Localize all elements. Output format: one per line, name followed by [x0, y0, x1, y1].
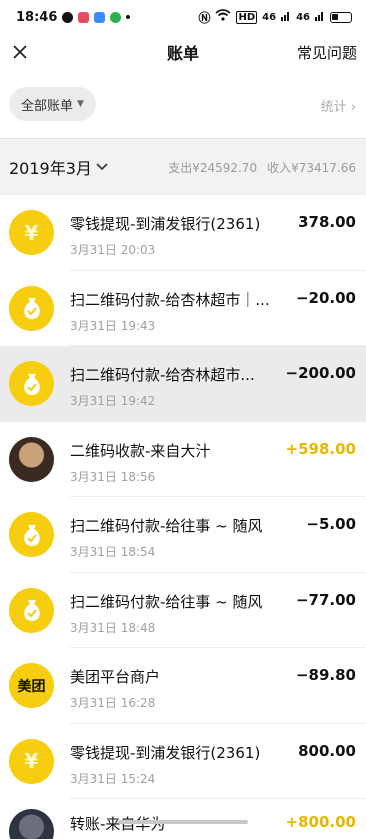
transaction-row[interactable]: 扫二维码付款-给往事 ~ 随风 3月31日 18:48 −77.00: [0, 572, 366, 648]
close-icon[interactable]: [6, 38, 34, 66]
transaction-row[interactable]: 美团 美团平台商户 3月31日 16:28 −89.80: [0, 648, 366, 724]
transaction-list: ¥ 零钱提现-到浦发银行(2361) 3月31日 20:03 378.00 扫二…: [0, 195, 366, 839]
nav-bar: 账单 常见问题: [0, 34, 366, 70]
filter-label: 全部账单: [21, 98, 74, 114]
transaction-title: 二维码收款-来自大汁: [70, 441, 211, 460]
wechat-app-icon: [110, 11, 122, 23]
signal-bars-icon-2: [315, 10, 325, 25]
clock: 18:46: [16, 9, 58, 25]
transaction-title: 扫二维码付款-给往事 ~ 随风: [70, 592, 263, 611]
transaction-row[interactable]: ¥ 零钱提现-到浦发银行(2361) 3月31日 15:24 800.00: [0, 723, 366, 799]
transaction-amount: −20.00: [295, 288, 356, 307]
transaction-time: 3月31日 20:03: [70, 243, 156, 257]
transaction-amount: 800.00: [298, 741, 356, 760]
month-label: 2019年3月: [9, 159, 92, 178]
user-avatar: [9, 436, 54, 482]
transaction-amount: +800.00: [285, 813, 356, 831]
transaction-title: 扫二维码付款-给往事 ~ 随风: [70, 517, 263, 535]
month-summary: 支出¥24592.70 收入¥73417.66: [168, 159, 356, 176]
faq-link[interactable]: 常见问题: [297, 42, 357, 63]
signal-icon: 46: [262, 11, 277, 23]
transaction-row[interactable]: 扫二维码付款-给杏林超市... 3月31日 19:42 −200.00: [0, 346, 366, 422]
transaction-amount: −200.00: [285, 364, 356, 382]
transaction-row[interactable]: 转账-来自华为 +800.00: [0, 799, 366, 839]
transaction-amount: 378.00: [298, 213, 356, 231]
transaction-row[interactable]: ¥ 零钱提现-到浦发银行(2361) 3月31日 20:03 378.00: [0, 195, 366, 271]
month-header: 2019年3月 支出¥24592.70 收入¥73417.66: [0, 139, 366, 195]
transaction-title: 扫二维码付款-给杏林超市｜...: [70, 290, 270, 309]
chevron-down-icon: [96, 163, 108, 171]
transaction-row[interactable]: 二维码收款-来自大汁 3月31日 18:56 +598.00: [0, 421, 366, 497]
nfc-icon: Ⓝ: [198, 10, 211, 25]
month-selector[interactable]: 2019年3月: [9, 155, 108, 179]
filter-bar: 全部账单 ▼ 统计 ›: [0, 70, 366, 139]
video-app-icon: [78, 11, 90, 23]
signal-icon-2: 46: [296, 11, 310, 23]
yuan-icon: ¥: [9, 738, 54, 784]
transaction-time: 3月31日 18:48: [70, 620, 156, 635]
home-indicator[interactable]: [118, 820, 248, 824]
money-bag-icon: [9, 587, 54, 633]
transaction-title: 美团平台商户: [70, 668, 161, 686]
page-title: 账单: [166, 44, 199, 63]
transaction-title: 零钱提现-到浦发银行(2361): [70, 215, 261, 233]
transaction-title: 扫二维码付款-给杏林超市...: [70, 366, 255, 384]
money-bag-icon: [9, 361, 54, 406]
transaction-row[interactable]: 扫二维码付款-给往事 ~ 随风 3月31日 18:54 −5.00: [0, 497, 366, 573]
income-total: 收入¥73417.66: [267, 160, 356, 175]
transaction-amount: −77.00: [295, 590, 356, 609]
statistics-link[interactable]: 统计 ›: [321, 96, 356, 115]
meituan-logo-text: 美团: [17, 678, 46, 695]
transaction-amount: −89.80: [295, 666, 356, 684]
yuan-icon: ¥: [9, 210, 54, 255]
meituan-logo: 美团: [9, 663, 54, 708]
battery-icon: [330, 11, 352, 23]
transaction-time: 3月31日 16:28: [70, 696, 156, 710]
signal-bars-icon: [281, 10, 291, 25]
caret-down-icon: ▼: [77, 99, 84, 109]
money-bag-icon: [9, 512, 54, 557]
status-bar: 18:46 Ⓝ HD 46 46: [0, 0, 366, 34]
all-bills-filter[interactable]: 全部账单 ▼: [9, 87, 96, 121]
user-avatar: [9, 809, 54, 839]
transaction-time: 3月31日 19:42: [70, 394, 156, 408]
transaction-title: 零钱提现-到浦发银行(2361): [70, 743, 261, 762]
transaction-time: 3月31日 15:24: [70, 771, 156, 786]
transaction-row[interactable]: 扫二维码付款-给杏林超市｜... 3月31日 19:43 −20.00: [0, 270, 366, 346]
browser-app-icon: [94, 11, 106, 23]
transaction-time: 3月31日 19:43: [70, 318, 156, 333]
money-bag-icon: [9, 285, 54, 331]
wifi-icon: [215, 9, 232, 25]
hd-badge: HD: [236, 10, 258, 24]
app-notification-icon: [62, 11, 74, 23]
transaction-time: 3月31日 18:54: [70, 545, 156, 559]
expense-total: 支出¥24592.70: [168, 160, 258, 175]
more-notifications-icon: [126, 15, 131, 19]
transaction-amount: −5.00: [306, 515, 356, 533]
transaction-time: 3月31日 18:56: [70, 469, 156, 484]
transaction-amount: +598.00: [285, 439, 356, 458]
